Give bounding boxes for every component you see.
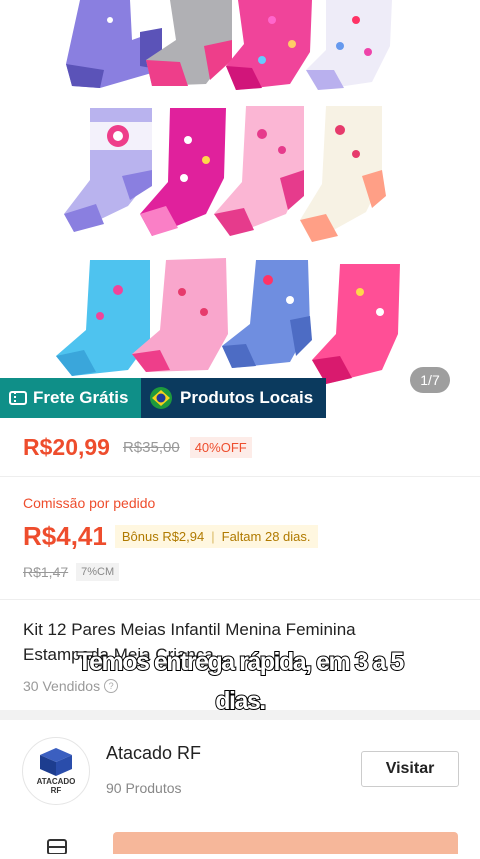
- commission-value: R$4,41: [23, 521, 107, 551]
- logo-text-line-2: RF: [50, 786, 62, 795]
- commission-label: Comissão por pedido: [23, 495, 156, 511]
- shop-name[interactable]: Atacado RF: [106, 743, 201, 764]
- product-badges: Frete Grátis Produtos Locais: [0, 378, 326, 418]
- product-image-gallery[interactable]: 1/7: [0, 0, 480, 418]
- old-commission-row: R$1,47 7%CM: [23, 563, 120, 581]
- sock-pink: [226, 0, 312, 90]
- bonus-deadline: Faltam 28 dias.: [221, 529, 311, 544]
- chat-icon[interactable]: [46, 838, 68, 855]
- commission-rate-badge: 7%CM: [76, 563, 120, 581]
- sock-light-pink: [214, 106, 304, 236]
- discount-badge: 40%OFF: [189, 437, 252, 458]
- logo-text-line-1: ATACADO: [36, 777, 76, 786]
- buy-button[interactable]: [113, 832, 458, 854]
- sock-lavender: [64, 108, 152, 232]
- current-price: R$20,99: [23, 434, 110, 460]
- sock-cream: [300, 106, 386, 242]
- divider: [0, 599, 480, 600]
- sock-hotpink: [312, 264, 400, 384]
- local-products-badge: Produtos Locais: [141, 378, 326, 418]
- sock-blue: [222, 260, 312, 368]
- original-price: R$35,00: [122, 439, 180, 456]
- ticket-icon: [9, 390, 27, 406]
- sock-white: [306, 0, 392, 90]
- free-shipping-label: Frete Grátis: [33, 388, 129, 407]
- sock-purple: [66, 0, 162, 88]
- product-image: [56, 0, 400, 384]
- video-caption-line-1: Temos entrega rápida, em 3 a 5: [76, 647, 405, 677]
- sock-magenta: [140, 108, 226, 236]
- divider: [0, 476, 480, 477]
- box-icon: [38, 747, 74, 777]
- price-row: R$20,99 R$35,00 40%OFF: [23, 434, 252, 461]
- shop-logo[interactable]: ATACADO RF: [22, 737, 90, 805]
- video-caption-line-2: dias.: [214, 686, 267, 716]
- free-shipping-badge: Frete Grátis: [0, 378, 141, 418]
- old-commission-value: R$1,47: [23, 564, 69, 580]
- visit-shop-button[interactable]: Visitar: [361, 751, 459, 787]
- commission-row: R$4,41 Bônus R$2,94 | Faltam 28 dias.: [23, 521, 318, 552]
- shop-product-count: 90 Produtos: [106, 780, 182, 796]
- separator: |: [211, 529, 215, 544]
- bonus-label: Bônus R$2,94: [121, 529, 205, 544]
- image-counter: 1/7: [410, 367, 450, 393]
- brazil-flag-icon: [150, 387, 172, 409]
- local-products-label: Produtos Locais: [180, 388, 314, 407]
- bonus-badge: Bônus R$2,94 | Faltam 28 dias.: [114, 525, 318, 548]
